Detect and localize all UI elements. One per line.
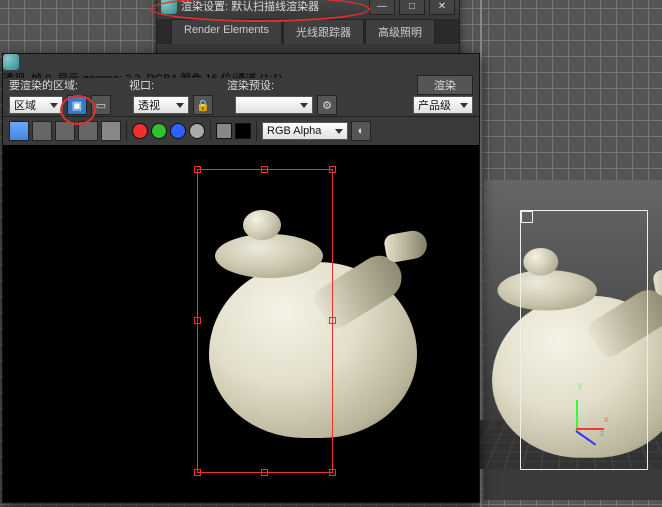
frame-buffer-toolbar: RGB Alpha ◐	[3, 116, 479, 145]
render-region-box[interactable]	[197, 169, 333, 473]
viewport-label: 视口:	[129, 77, 223, 93]
red-channel-toggle[interactable]	[132, 123, 148, 139]
region-handle-nw[interactable]	[194, 166, 201, 173]
bg-toggle[interactable]	[235, 123, 251, 139]
separator	[126, 121, 127, 141]
separator	[210, 121, 211, 141]
region-handle-w[interactable]	[194, 317, 201, 324]
clone-image-button[interactable]	[55, 121, 75, 141]
preset-settings-button[interactable]: ⚙	[317, 95, 337, 115]
maximize-button[interactable]: □	[399, 0, 425, 15]
region-handle-sw[interactable]	[194, 469, 201, 476]
render-setup-title: 渲染设置: 默认扫描线渲染器	[181, 0, 365, 14]
auto-region-button[interactable]: ▣	[67, 95, 87, 115]
area-label: 要渲染的区域:	[9, 77, 125, 93]
render-button[interactable]: 渲染	[417, 75, 473, 95]
color-picker-button[interactable]: ◐	[351, 121, 371, 141]
minimize-button[interactable]: —	[369, 0, 395, 15]
tab-advanced-lighting[interactable]: 高级照明	[365, 19, 435, 44]
mono-toggle[interactable]	[216, 123, 232, 139]
frame-buffer-titlebar[interactable]: 透视, 帧 0, 显示 gamma: 2.2, RGBA 颜色 16 位/通道 …	[3, 54, 479, 78]
area-dropdown[interactable]: 区域	[9, 96, 63, 114]
alpha-channel-toggle[interactable]	[189, 123, 205, 139]
region-handle-e[interactable]	[329, 317, 336, 324]
green-channel-toggle[interactable]	[151, 123, 167, 139]
edit-region-button[interactable]: ▭	[91, 95, 111, 115]
separator	[256, 121, 257, 141]
region-handle-n[interactable]	[261, 166, 268, 173]
preset-dropdown[interactable]	[235, 96, 313, 114]
region-handle-ne[interactable]	[329, 166, 336, 173]
blue-channel-toggle[interactable]	[170, 123, 186, 139]
close-button[interactable]: ✕	[429, 0, 455, 15]
print-image-button[interactable]	[78, 121, 98, 141]
render-setup-titlebar[interactable]: 渲染设置: 默认扫描线渲染器 — □ ✕	[157, 0, 459, 19]
viewport-dropdown[interactable]: 透视	[133, 96, 189, 114]
lock-viewport-button[interactable]: 🔒	[193, 95, 213, 115]
channel-dropdown[interactable]: RGB Alpha	[262, 122, 348, 140]
tab-render-elements[interactable]: Render Elements	[171, 19, 282, 44]
frame-buffer-canvas[interactable]	[3, 145, 479, 502]
tab-raytracer[interactable]: 光线跟踪器	[283, 19, 364, 44]
region-handle-s[interactable]	[261, 469, 268, 476]
copy-image-button[interactable]	[32, 121, 52, 141]
production-dropdown[interactable]: 产品级	[413, 96, 473, 114]
render-setup-tabs: Render Elements 光线跟踪器 高级照明	[157, 19, 459, 44]
preset-label: 渲染预设:	[227, 77, 337, 93]
transform-gizmo[interactable]: x y z	[556, 392, 602, 438]
region-handle-se[interactable]	[329, 469, 336, 476]
save-image-button[interactable]	[9, 121, 29, 141]
app-icon	[3, 54, 19, 70]
app-icon	[161, 0, 177, 14]
frame-buffer-window: 透视, 帧 0, 显示 gamma: 2.2, RGBA 颜色 16 位/通道 …	[2, 53, 480, 503]
clear-image-button[interactable]	[101, 121, 121, 141]
